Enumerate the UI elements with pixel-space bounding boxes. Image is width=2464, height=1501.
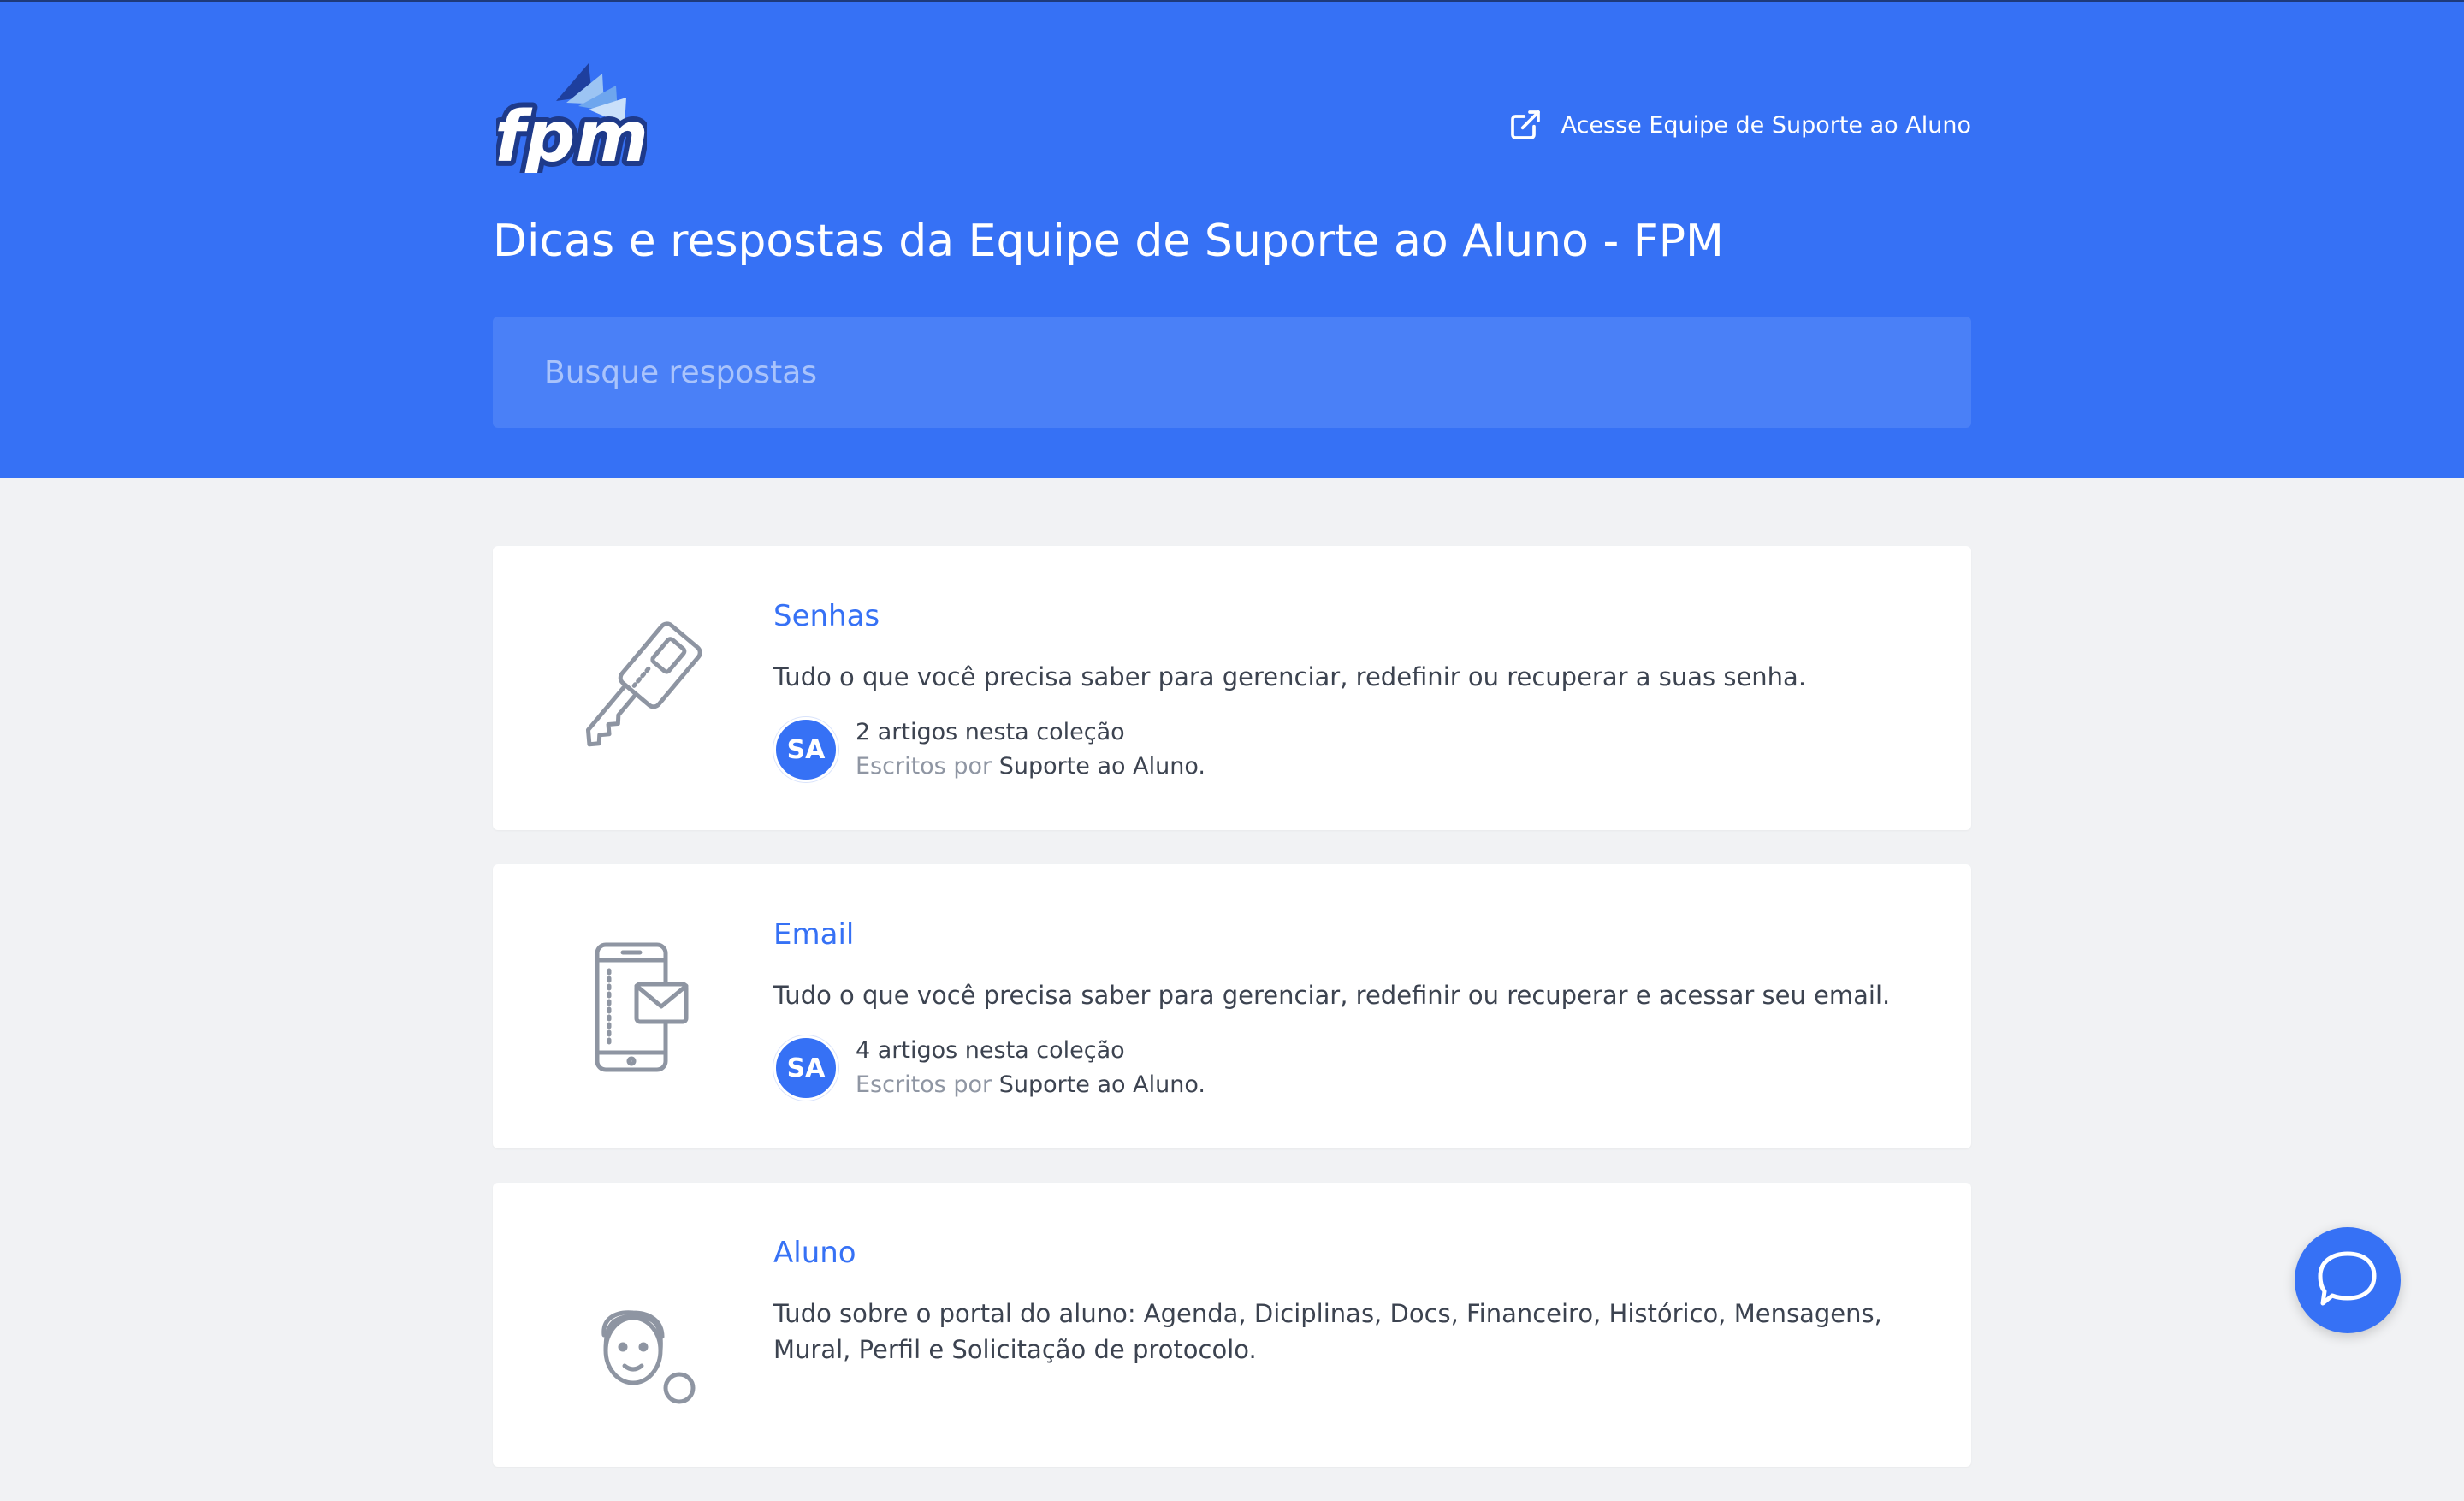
collection-meta: SA 2 artigos nesta coleção Escritos por … bbox=[773, 715, 1903, 784]
collection-title[interactable]: Senhas bbox=[773, 599, 1903, 633]
collection-card-aluno[interactable]: Aluno Tudo sobre o portal do aluno: Agen… bbox=[493, 1183, 1971, 1467]
author-name: Suporte ao Aluno. bbox=[998, 753, 1205, 780]
collection-card-email[interactable]: Email Tudo o que você precisa saber para… bbox=[493, 864, 1971, 1148]
search-input[interactable] bbox=[493, 317, 1971, 428]
collection-card-senhas[interactable]: Senhas Tudo o que você precisa saber par… bbox=[493, 546, 1971, 830]
collections-list: Senhas Tudo o que você precisa saber par… bbox=[493, 546, 1971, 1501]
logo-text: fpm bbox=[496, 97, 647, 173]
collection-description: Tudo o que você precisa saber para geren… bbox=[773, 981, 1891, 1010]
avatar: SA bbox=[773, 1035, 838, 1101]
key-icon bbox=[561, 614, 715, 768]
page-title: Dicas e respostas da Equipe de Suporte a… bbox=[493, 216, 1724, 267]
article-count: 4 artigos nesta coleção bbox=[856, 1037, 1125, 1064]
article-count: 2 artigos nesta coleção bbox=[856, 719, 1125, 745]
phone-email-icon bbox=[561, 933, 715, 1087]
collection-title[interactable]: Email bbox=[773, 917, 1903, 952]
student-icon bbox=[561, 1251, 715, 1405]
collection-description: Tudo o que você precisa saber para geren… bbox=[773, 662, 1807, 691]
support-team-link-label: Acesse Equipe de Suporte ao Aluno bbox=[1561, 111, 1971, 139]
collection-meta-text: 4 artigos nesta coleção Escritos por Sup… bbox=[856, 1034, 1205, 1102]
collection-card-body: Senhas Tudo o que você precisa saber par… bbox=[773, 599, 1903, 784]
fpm-logo[interactable]: fpm bbox=[489, 56, 654, 183]
collection-meta-text: 2 artigos nesta coleção Escritos por Sup… bbox=[856, 715, 1205, 784]
author-label: Escritos por bbox=[856, 1071, 992, 1098]
external-link-icon bbox=[1508, 108, 1543, 142]
author-label: Escritos por bbox=[856, 753, 992, 780]
chat-bubble-icon bbox=[2316, 1249, 2379, 1312]
support-team-link[interactable]: Acesse Equipe de Suporte ao Aluno bbox=[1508, 106, 1971, 144]
collection-description: Tudo sobre o portal do aluno: Agenda, Di… bbox=[773, 1299, 1882, 1364]
header: fpm Acesse Equipe de Suporte ao Aluno Di… bbox=[0, 0, 2464, 478]
collection-card-body: Aluno Tudo sobre o portal do aluno: Agen… bbox=[773, 1236, 1903, 1388]
author-name: Suporte ao Aluno. bbox=[998, 1071, 1205, 1098]
collection-title[interactable]: Aluno bbox=[773, 1236, 1903, 1270]
collection-meta: SA 4 artigos nesta coleção Escritos por … bbox=[773, 1034, 1903, 1102]
avatar: SA bbox=[773, 717, 838, 782]
chat-launcher-button[interactable] bbox=[2295, 1227, 2401, 1333]
collection-card-body: Email Tudo o que você precisa saber para… bbox=[773, 917, 1903, 1102]
